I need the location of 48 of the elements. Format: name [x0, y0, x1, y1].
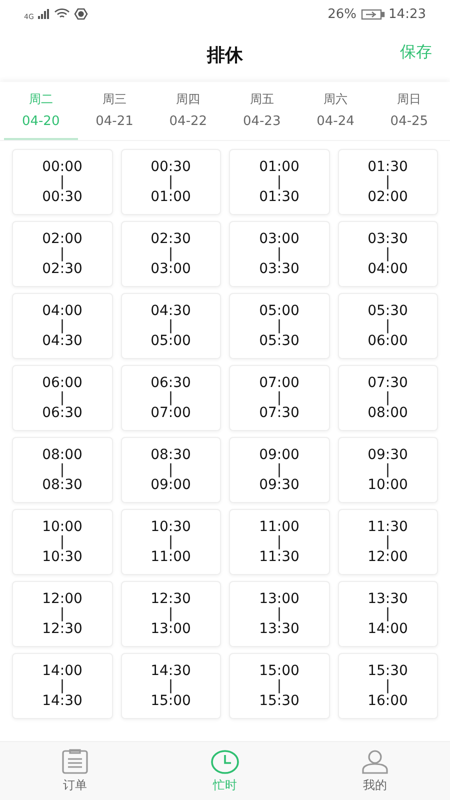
page-title: 排休 [207, 44, 243, 67]
time-slot[interactable]: 00:00 | 00:30 [12, 149, 112, 215]
time-slot[interactable]: 14:00 | 14:30 [12, 653, 112, 719]
time-slot[interactable]: 11:00 | 11:30 [229, 509, 330, 575]
time-slot[interactable]: 06:00 | 06:30 [12, 365, 112, 431]
time-slot[interactable]: 12:00 | 12:30 [12, 581, 112, 647]
day-tab[interactable]: 周六 04-24 [298, 82, 372, 140]
time-slot[interactable]: 15:00 | 15:30 [229, 653, 330, 719]
time-slot[interactable]: 07:00 | 07:30 [229, 365, 330, 431]
time-slot[interactable]: 05:30 | 06:00 [338, 293, 438, 359]
time-slot[interactable]: 03:30 | 04:00 [338, 221, 438, 287]
day-tab[interactable]: 周五 04-23 [225, 82, 299, 140]
time-slot[interactable]: 02:30 | 03:00 [120, 221, 221, 287]
time-slot[interactable]: 15:30 | 16:00 [338, 653, 438, 719]
time-slot[interactable]: 09:30 | 10:00 [338, 437, 438, 503]
time-slot[interactable]: 07:30 | 08:00 [338, 365, 438, 431]
time-slot[interactable]: 08:00 | 08:30 [12, 437, 112, 503]
time-slot[interactable]: 12:30 | 13:00 [120, 581, 221, 647]
time-slot[interactable]: 11:30 | 12:00 [338, 509, 438, 575]
time-slot[interactable]: 09:00 | 09:30 [229, 437, 330, 503]
time-slot[interactable]: 01:00 | 01:30 [229, 149, 330, 215]
nav-item[interactable]: 订单 [0, 742, 150, 800]
time-slot[interactable]: 14:30 | 15:00 [120, 653, 221, 719]
nav-item[interactable]: 我的 [300, 742, 450, 800]
wifi-icon [54, 8, 70, 20]
time-slot[interactable]: 01:30 | 02:00 [338, 149, 438, 215]
time-slot[interactable]: 10:30 | 11:00 [120, 509, 221, 575]
time-slot[interactable]: 08:30 | 09:00 [120, 437, 221, 503]
time-slot[interactable]: 05:00 | 05:30 [229, 293, 330, 359]
time-slot[interactable]: 13:30 | 14:00 [338, 581, 438, 647]
time-slot[interactable]: 04:00 | 04:30 [12, 293, 112, 359]
day-tab[interactable]: 周四 04-22 [151, 82, 226, 140]
signal-icon [38, 9, 50, 19]
battery-percent: 26% [328, 6, 357, 22]
time-slot[interactable]: 10:00 | 10:30 [12, 509, 112, 575]
time-slot[interactable]: 03:00 | 03:30 [229, 221, 330, 287]
clock-time: 14:23 [388, 6, 426, 22]
clipboard-icon [61, 748, 89, 774]
day-tab[interactable]: 周三 04-21 [78, 82, 152, 140]
time-slot[interactable]: 13:00 | 13:30 [229, 581, 330, 647]
person-icon [361, 748, 389, 774]
time-slot[interactable]: 02:00 | 02:30 [12, 221, 112, 287]
day-tab[interactable]: 周日 04-25 [372, 82, 446, 140]
time-slot[interactable]: 00:30 | 01:00 [120, 149, 221, 215]
time-slot[interactable]: 04:30 | 05:00 [120, 293, 221, 359]
clock-icon [210, 748, 240, 774]
time-slot[interactable]: 06:30 | 07:00 [120, 365, 221, 431]
battery-icon [360, 8, 385, 20]
